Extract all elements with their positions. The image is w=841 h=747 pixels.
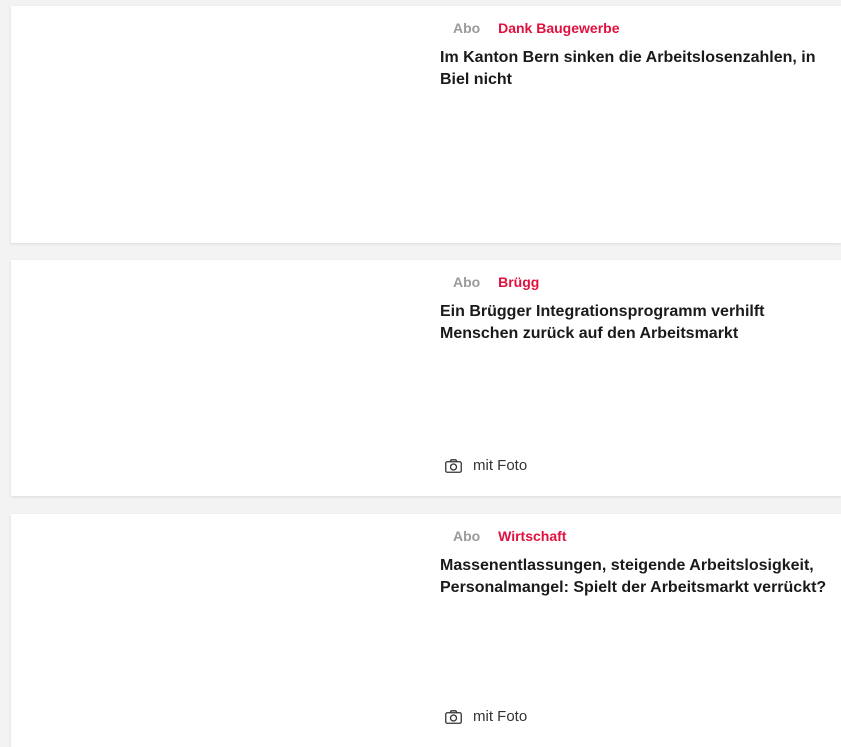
article-card[interactable]: Abo Wirtschaft Massenentlassungen, steig…	[11, 514, 841, 747]
article-headline[interactable]: Im Kanton Bern sinken die Arbeitslosenza…	[440, 47, 840, 91]
article-body: Abo Wirtschaft Massenentlassungen, steig…	[429, 514, 841, 747]
media-label: mit Foto	[473, 708, 528, 725]
article-thumbnail[interactable]	[11, 514, 417, 747]
article-body: Abo Brügg Ein Brügger Integrationsprogra…	[429, 260, 841, 496]
article-kicker: Dank Baugewerbe	[498, 20, 620, 36]
camera-icon	[445, 458, 462, 473]
article-kicker: Brügg	[498, 274, 540, 290]
article-headline[interactable]: Ein Brügger Integrationsprogramm verhilf…	[440, 301, 840, 345]
article-body: Abo Dank Baugewerbe Im Kanton Bern sinke…	[429, 6, 841, 243]
media-indicator: mit Foto	[445, 457, 527, 474]
article-headline[interactable]: Massenentlassungen, steigende Arbeitslos…	[440, 555, 840, 599]
article-thumbnail[interactable]	[11, 6, 417, 243]
article-card[interactable]: Abo Brügg Ein Brügger Integrationsprogra…	[11, 260, 841, 496]
abo-badge: Abo	[453, 274, 481, 290]
article-meta: Abo Wirtschaft	[453, 527, 566, 545]
media-indicator: mit Foto	[445, 708, 527, 725]
article-meta: Abo Dank Baugewerbe	[453, 19, 619, 37]
article-card[interactable]: Abo Dank Baugewerbe Im Kanton Bern sinke…	[11, 6, 841, 243]
abo-badge: Abo	[453, 20, 481, 36]
article-meta: Abo Brügg	[453, 273, 539, 291]
article-feed: Abo Dank Baugewerbe Im Kanton Bern sinke…	[0, 0, 841, 747]
camera-icon	[445, 709, 462, 724]
article-thumbnail[interactable]	[11, 260, 417, 496]
abo-badge: Abo	[453, 528, 481, 544]
media-label: mit Foto	[473, 457, 528, 474]
article-kicker: Wirtschaft	[498, 528, 567, 544]
